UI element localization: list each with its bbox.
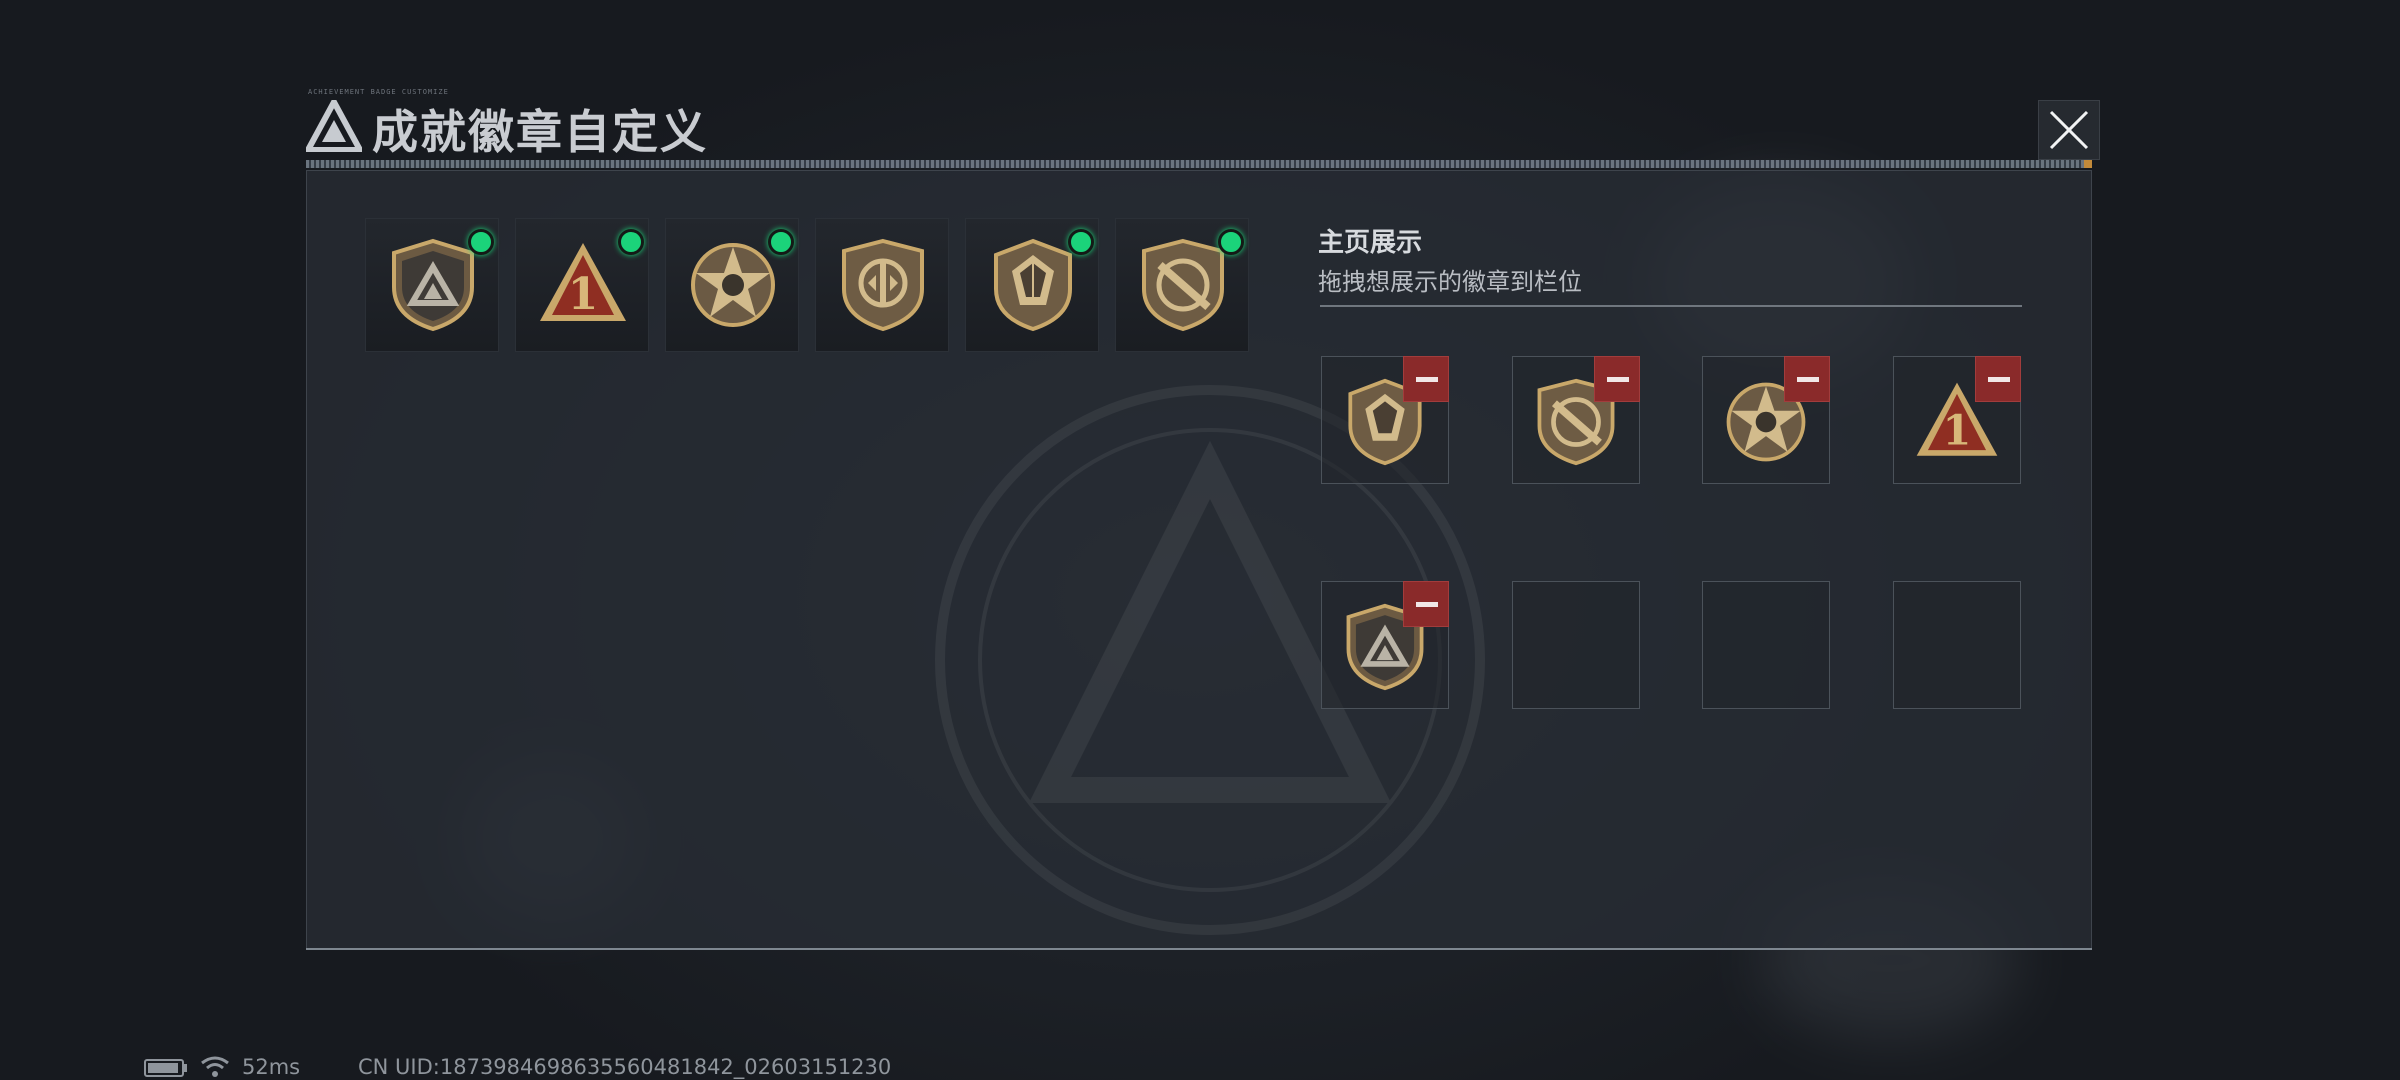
panel-bottom-line — [306, 948, 2092, 950]
battery-icon — [144, 1059, 187, 1077]
title-divider — [306, 160, 2092, 168]
title-divider-accent — [2084, 160, 2092, 168]
equipped-indicator — [768, 229, 794, 255]
showcase-slot-empty[interactable] — [1702, 581, 1830, 709]
number-one-triangle-badge-icon: 1 — [540, 243, 626, 321]
delta-logo-icon — [306, 100, 362, 152]
blade-shield-badge-icon — [1142, 238, 1224, 332]
close-icon — [2049, 110, 2089, 150]
showcase-slot-empty[interactable] — [1893, 581, 2021, 709]
wifi-icon — [201, 1056, 229, 1077]
badge-tile[interactable]: 1 — [515, 218, 649, 352]
minus-icon — [1988, 377, 2010, 382]
ping-text: 52ms — [242, 1055, 301, 1079]
minus-icon — [1416, 602, 1438, 607]
showcase-divider — [1320, 305, 2022, 307]
remove-badge-button[interactable] — [1403, 356, 1449, 402]
badge-tile[interactable] — [815, 218, 949, 352]
minus-icon — [1416, 377, 1438, 382]
minus-icon — [1797, 377, 1819, 382]
remove-badge-button[interactable] — [1784, 356, 1830, 402]
svg-text:1: 1 — [1943, 406, 1972, 455]
title-small-print: ACHIEVEMENT BADGE CUSTOMIZE — [308, 88, 449, 96]
badge-tile[interactable] — [1115, 218, 1249, 352]
minus-icon — [1607, 377, 1629, 382]
remove-badge-button[interactable] — [1594, 356, 1640, 402]
showcase-slot[interactable] — [1321, 356, 1449, 484]
dialog-header: ACHIEVEMENT BADGE CUSTOMIZE 成就徽章自定义 — [300, 88, 2100, 160]
showcase-slot[interactable] — [1702, 356, 1830, 484]
badge-collection: 1 — [365, 218, 1265, 354]
showcase-slot[interactable] — [1321, 581, 1449, 709]
badge-tile[interactable] — [965, 218, 1099, 352]
badge-tile[interactable] — [665, 218, 799, 352]
triangle-shield-badge-icon — [392, 238, 474, 332]
uid-text: CN UID:1873984698635560481842_0260315123… — [358, 1055, 892, 1079]
crystal-shield-badge-icon — [994, 238, 1072, 332]
showcase-slot[interactable]: 1 — [1893, 356, 2021, 484]
svg-text:1: 1 — [568, 269, 599, 320]
badge-tile[interactable] — [365, 218, 499, 352]
equipped-indicator — [1068, 229, 1094, 255]
star-circle-badge-icon — [691, 243, 775, 327]
status-bar: 52ms CN UID:1873984698635560481842_02603… — [144, 1055, 1144, 1079]
close-button[interactable] — [2038, 100, 2100, 160]
showcase-slot[interactable] — [1512, 356, 1640, 484]
remove-badge-button[interactable] — [1975, 356, 2021, 402]
dialog-title: 成就徽章自定义 — [372, 105, 708, 159]
remove-badge-button[interactable] — [1403, 581, 1449, 627]
equipped-indicator — [1218, 229, 1244, 255]
split-shield-badge-icon — [842, 238, 924, 332]
equipped-indicator — [618, 229, 644, 255]
showcase-subtitle: 拖拽想展示的徽章到栏位 — [1318, 268, 1582, 296]
showcase-title: 主页展示 — [1318, 228, 1423, 258]
equipped-indicator — [468, 229, 494, 255]
showcase-slot-empty[interactable] — [1512, 581, 1640, 709]
